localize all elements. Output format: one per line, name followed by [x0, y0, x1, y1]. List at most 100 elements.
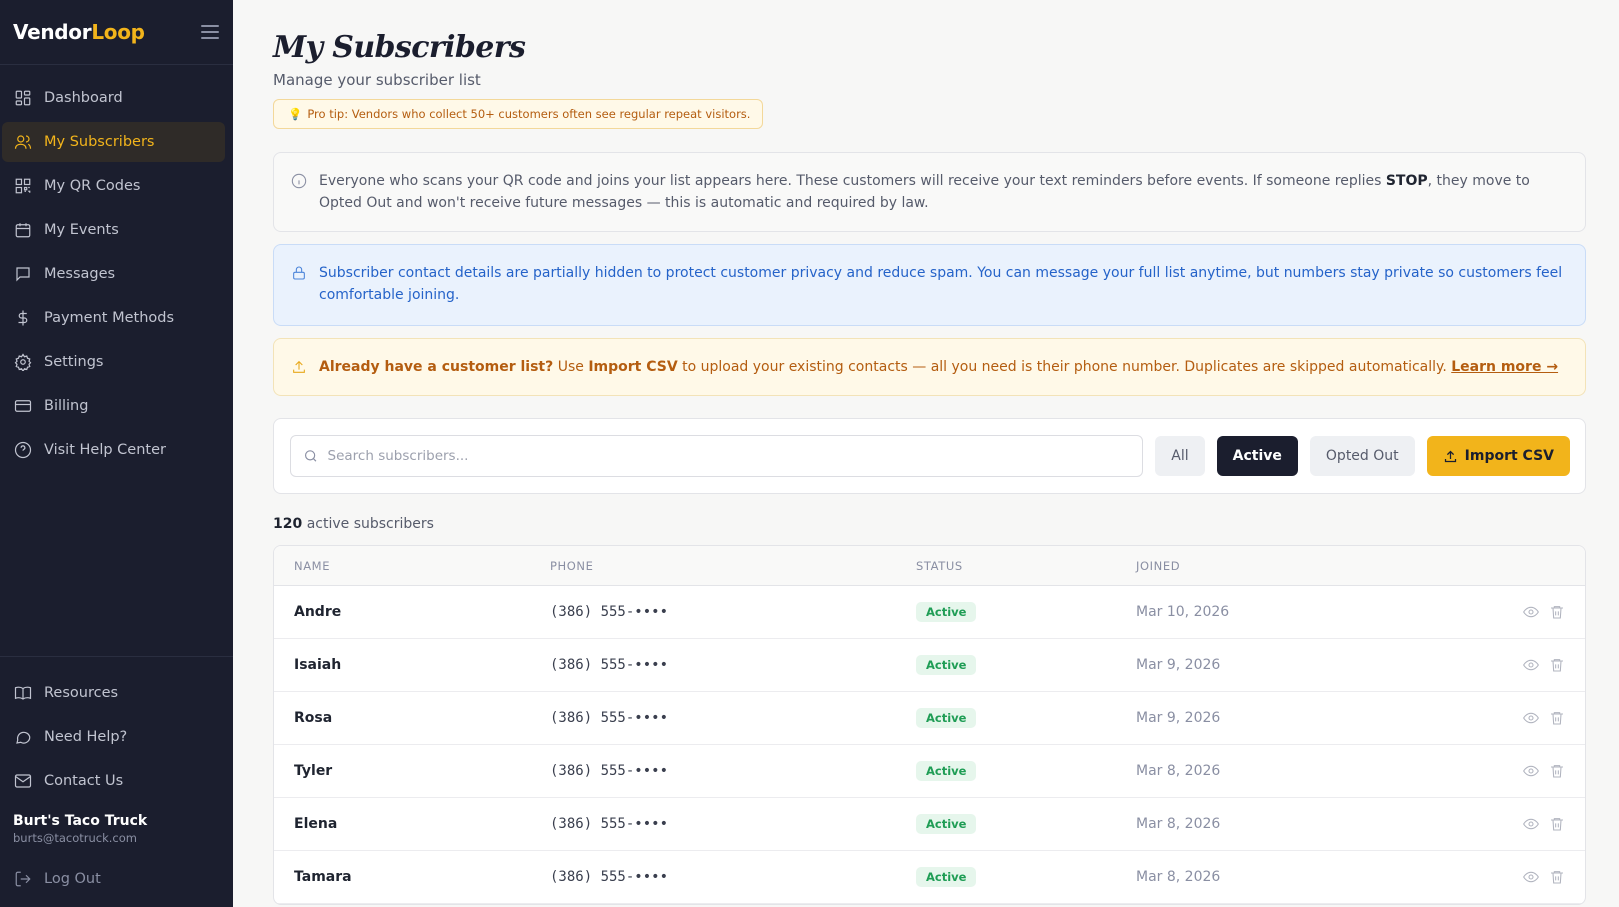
page-title: My Subscribers — [273, 30, 526, 65]
subscriber-count: 120 active subscribers — [273, 516, 434, 532]
sidebar-item-resources[interactable]: Resources — [2, 673, 225, 713]
status-badge: Active — [916, 708, 977, 728]
dollar-icon — [14, 309, 32, 327]
users-icon — [14, 133, 32, 151]
import-notice-text: Already have a customer list? Use Import… — [319, 359, 1559, 375]
subscriber-name: Andre — [294, 604, 342, 620]
sidebar-item-label: Settings — [44, 354, 104, 370]
main-content: My Subscribers Manage your subscriber li… — [233, 0, 1619, 907]
pro-tip-text: Pro tip: Vendors who collect 50+ custome… — [307, 107, 751, 121]
learn-more-link[interactable]: Learn more → — [1451, 359, 1558, 375]
status-badge: Active — [916, 655, 977, 675]
credit-card-icon — [14, 397, 32, 415]
sidebar-item-label: Visit Help Center — [44, 442, 166, 458]
sidebar-nav: Dashboard My Subscribers My QR Codes My … — [0, 65, 233, 656]
qr-code-icon — [14, 177, 32, 195]
menu-toggle-icon[interactable] — [201, 25, 219, 39]
privacy-notice-text: Subscriber contact details are partially… — [319, 265, 1563, 303]
trash-icon[interactable] — [1549, 816, 1565, 832]
search-input[interactable] — [327, 448, 1131, 464]
filter-all-button[interactable]: All — [1155, 436, 1205, 476]
privacy-notice: Subscriber contact details are partially… — [273, 244, 1586, 326]
status-badge: Active — [916, 761, 977, 781]
import-notice: Already have a customer list? Use Import… — [273, 338, 1586, 396]
subscriber-joined-date: Mar 9, 2026 — [1136, 657, 1221, 673]
info-notice: Everyone who scans your QR code and join… — [273, 152, 1586, 232]
column-header-phone[interactable]: PHONE — [550, 559, 916, 573]
sidebar-item-billing[interactable]: Billing — [2, 386, 225, 426]
sidebar-item-my-events[interactable]: My Events — [2, 210, 225, 250]
sidebar-item-payment-methods[interactable]: Payment Methods — [2, 298, 225, 338]
message-icon — [14, 265, 32, 283]
subscriber-phone: (386) 555-•••• — [550, 763, 669, 779]
sidebar-item-settings[interactable]: Settings — [2, 342, 225, 382]
brand-header: VendorLoop — [0, 0, 233, 65]
subscriber-name: Rosa — [294, 710, 333, 726]
view-icon[interactable] — [1523, 869, 1539, 885]
view-icon[interactable] — [1523, 763, 1539, 779]
table-row[interactable]: Tamara (386) 555-•••• Active Mar 8, 2026 — [274, 851, 1585, 904]
subscriber-name: Elena — [294, 816, 338, 832]
subscriber-name: Isaiah — [294, 657, 342, 673]
view-icon[interactable] — [1523, 710, 1539, 726]
sidebar-item-contact-us[interactable]: Contact Us — [2, 761, 225, 801]
column-header-joined[interactable]: JOINED — [1136, 559, 1505, 573]
account-info: Burt's Taco Truck burts@tacotruck.com — [0, 805, 233, 855]
filter-active-button[interactable]: Active — [1216, 436, 1298, 476]
table-header: NAME PHONE STATUS JOINED — [274, 546, 1585, 586]
sidebar-item-dashboard[interactable]: Dashboard — [2, 78, 225, 118]
sidebar-item-label: My QR Codes — [44, 178, 141, 194]
sidebar-item-label: My Subscribers — [44, 134, 155, 150]
account-name: Burt's Taco Truck — [13, 813, 148, 829]
trash-icon[interactable] — [1549, 604, 1565, 620]
import-csv-button[interactable]: Import CSV — [1426, 436, 1570, 476]
sidebar-item-need-help[interactable]: Need Help? — [2, 717, 225, 757]
view-icon[interactable] — [1523, 816, 1539, 832]
trash-icon[interactable] — [1549, 710, 1565, 726]
sidebar-item-visit-help-center[interactable]: Visit Help Center — [2, 430, 225, 470]
status-badge: Active — [916, 814, 977, 834]
app-logo[interactable]: VendorLoop — [13, 20, 145, 44]
column-header-status[interactable]: STATUS — [916, 559, 1136, 573]
trash-icon[interactable] — [1549, 869, 1565, 885]
grid-icon — [14, 89, 32, 107]
sidebar-item-messages[interactable]: Messages — [2, 254, 225, 294]
subscriber-phone: (386) 555-•••• — [550, 869, 669, 885]
subscriber-joined-date: Mar 9, 2026 — [1136, 710, 1221, 726]
account-email: burts@tacotruck.com — [13, 831, 137, 845]
sidebar-bottom: Resources Need Help? Contact Us Burt's T… — [0, 656, 233, 907]
search-icon — [305, 450, 317, 462]
gear-icon — [14, 353, 32, 371]
table-row[interactable]: Andre (386) 555-•••• Active Mar 10, 2026 — [274, 586, 1585, 639]
book-icon — [14, 684, 32, 702]
table-row[interactable]: Tyler (386) 555-•••• Active Mar 8, 2026 — [274, 745, 1585, 798]
trash-icon[interactable] — [1549, 657, 1565, 673]
sidebar-item-label: Dashboard — [44, 90, 123, 106]
sidebar-item-my-qr-codes[interactable]: My QR Codes — [2, 166, 225, 206]
column-header-name[interactable]: NAME — [294, 559, 550, 573]
sidebar: VendorLoop Dashboard My Subscribers My Q… — [0, 0, 233, 907]
table-row[interactable]: Elena (386) 555-•••• Active Mar 8, 2026 — [274, 798, 1585, 851]
subscriber-name: Tamara — [294, 869, 352, 885]
logout-button[interactable]: Log Out — [2, 859, 225, 899]
view-icon[interactable] — [1523, 604, 1539, 620]
sidebar-item-my-subscribers[interactable]: My Subscribers — [2, 122, 225, 162]
subscriber-joined-date: Mar 8, 2026 — [1136, 869, 1221, 885]
help-circle-icon — [14, 441, 32, 459]
import-csv-label: Import CSV — [1464, 448, 1554, 464]
table-row[interactable]: Isaiah (386) 555-•••• Active Mar 9, 2026 — [274, 639, 1585, 692]
trash-icon[interactable] — [1549, 763, 1565, 779]
view-icon[interactable] — [1523, 657, 1539, 673]
info-icon — [291, 173, 307, 189]
subscribers-table: NAME PHONE STATUS JOINED Andre (386) 555… — [273, 545, 1586, 905]
sidebar-item-label: Billing — [44, 398, 89, 414]
search-box[interactable] — [290, 435, 1144, 477]
subscriber-joined-date: Mar 8, 2026 — [1136, 816, 1221, 832]
status-badge: Active — [916, 602, 977, 622]
upload-icon — [291, 359, 307, 375]
lightbulb-icon: 💡 — [288, 107, 303, 121]
subscriber-phone: (386) 555-•••• — [550, 657, 669, 673]
lock-icon — [291, 265, 307, 281]
filter-opted-out-button[interactable]: Opted Out — [1309, 436, 1415, 476]
table-row[interactable]: Rosa (386) 555-•••• Active Mar 9, 2026 — [274, 692, 1585, 745]
